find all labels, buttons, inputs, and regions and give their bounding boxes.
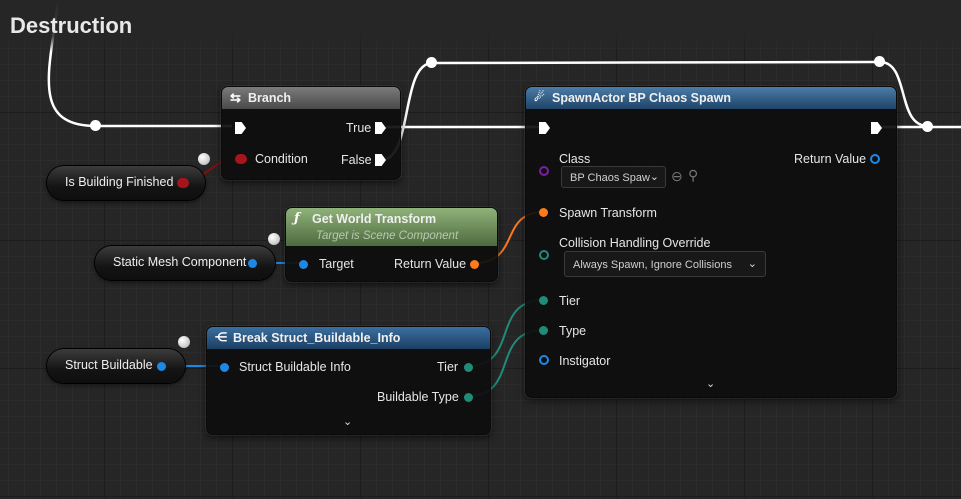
reroute-knot-1[interactable] — [90, 120, 101, 131]
browse-icon[interactable]: ⊖ — [671, 168, 683, 185]
break-struct-tier-pin[interactable] — [464, 363, 473, 372]
break-struct-header[interactable]: ⋲ Break Struct_Buildable_Info — [207, 327, 490, 349]
spawn-actor-class-value: BP Chaos Spaw — [570, 172, 650, 184]
branch-title: Branch — [248, 91, 292, 105]
break-struct-title: Break Struct_Buildable_Info — [233, 331, 401, 345]
is-building-finished-label: Is Building Finished — [65, 175, 174, 189]
function-icon: ƒ — [294, 211, 300, 226]
break-struct-icon: ⋲ — [215, 330, 227, 344]
spawn-actor-collision-dropdown[interactable]: Always Spawn, Ignore Collisions ⌄ — [564, 251, 766, 277]
comment-bubble-icon[interactable] — [198, 153, 210, 165]
struct-buildable-pin[interactable] — [157, 362, 166, 371]
comment-bubble-icon[interactable] — [178, 336, 190, 348]
spawn-actor-type-pin[interactable] — [539, 326, 548, 335]
branch-exec-in-pin[interactable] — [235, 122, 246, 134]
reroute-knot-2[interactable] — [426, 57, 437, 68]
reroute-knot-3[interactable] — [874, 56, 885, 67]
get-world-transform-subtitle: Target is Scene Component — [316, 230, 459, 242]
spawn-actor-node[interactable]: ☄ SpawnActor BP Chaos Spawn Class BP Cha… — [525, 86, 897, 398]
break-struct-node[interactable]: ⋲ Break Struct_Buildable_Info Struct Bui… — [206, 326, 491, 435]
get-world-transform-return-label: Return Value — [394, 257, 467, 271]
spawn-actor-exec-in-pin[interactable] — [539, 122, 550, 134]
chevron-down-icon: ⌄ — [747, 258, 757, 270]
branch-true-pin[interactable] — [375, 122, 386, 134]
spawn-actor-class-label: Class — [559, 152, 591, 166]
struct-buildable-label: Struct Buildable — [65, 358, 153, 372]
get-world-transform-target-pin[interactable] — [299, 260, 308, 269]
spawn-actor-return-pin[interactable] — [870, 154, 880, 164]
static-mesh-component-pin[interactable] — [248, 259, 257, 268]
is-building-finished-variable[interactable]: Is Building Finished — [47, 166, 205, 200]
spawn-actor-class-pin[interactable] — [539, 166, 549, 176]
search-icon[interactable]: ⚲ — [688, 167, 698, 184]
is-building-finished-pin[interactable] — [177, 178, 189, 188]
static-mesh-component-label: Static Mesh Component — [113, 255, 247, 269]
branch-icon: ⇆ — [230, 90, 241, 105]
spawn-actor-title: SpawnActor BP Chaos Spawn — [552, 91, 731, 105]
struct-buildable-variable[interactable]: Struct Buildable — [47, 349, 185, 383]
branch-node-header[interactable]: ⇆ Branch — [222, 87, 400, 109]
comment-bubble-icon[interactable] — [268, 233, 280, 245]
chevron-down-icon[interactable]: ⌄ — [343, 415, 352, 428]
break-struct-input-pin[interactable] — [220, 363, 229, 372]
spawn-actor-type-label: Type — [559, 324, 587, 338]
branch-false-label: False — [341, 153, 372, 167]
break-struct-tier-label: Tier — [437, 360, 459, 374]
get-world-transform-return-pin[interactable] — [470, 260, 479, 269]
chevron-down-icon[interactable]: ⌄ — [706, 377, 715, 390]
reroute-knot-4[interactable] — [922, 121, 933, 132]
get-world-transform-title: Get World Transform — [312, 212, 437, 226]
branch-node[interactable]: ⇆ Branch True Condition False — [221, 86, 401, 180]
break-struct-buildable-type-pin[interactable] — [464, 393, 473, 402]
spawn-actor-collision-pin[interactable] — [539, 250, 549, 260]
branch-condition-pin[interactable] — [235, 154, 247, 164]
branch-condition-label: Condition — [255, 152, 308, 166]
spawn-actor-tier-pin[interactable] — [539, 296, 548, 305]
branch-false-pin[interactable] — [375, 154, 386, 166]
branch-true-label: True — [346, 121, 372, 135]
get-world-transform-node[interactable]: ƒ Get World Transform Target is Scene Co… — [285, 207, 498, 282]
spawn-actor-class-dropdown[interactable]: BP Chaos Spaw ⌄ — [561, 166, 666, 188]
spawn-actor-instigator-pin[interactable] — [539, 355, 549, 365]
spawn-actor-exec-out-pin[interactable] — [871, 122, 882, 134]
spawn-actor-return-label: Return Value — [794, 152, 867, 166]
chevron-down-icon: ⌄ — [649, 171, 659, 183]
spawn-actor-header[interactable]: ☄ SpawnActor BP Chaos Spawn — [526, 87, 896, 109]
spawn-actor-instigator-label: Instigator — [559, 354, 611, 368]
spawn-actor-collision-value: Always Spawn, Ignore Collisions — [573, 259, 732, 271]
spawn-actor-collision-label: Collision Handling Override — [559, 236, 711, 250]
spawn-actor-icon: ☄ — [534, 90, 545, 104]
break-struct-input-label: Struct Buildable Info — [239, 360, 351, 374]
graph-title-bar: Destruction — [0, 0, 961, 52]
graph-title: Destruction — [10, 13, 133, 38]
spawn-actor-transform-label: Spawn Transform — [559, 206, 657, 220]
static-mesh-component-variable[interactable]: Static Mesh Component — [95, 246, 275, 280]
get-world-transform-target-label: Target — [319, 257, 354, 271]
spawn-actor-transform-pin[interactable] — [539, 208, 548, 217]
spawn-actor-tier-label: Tier — [559, 294, 581, 308]
break-struct-buildable-type-label: Buildable Type — [377, 390, 459, 404]
